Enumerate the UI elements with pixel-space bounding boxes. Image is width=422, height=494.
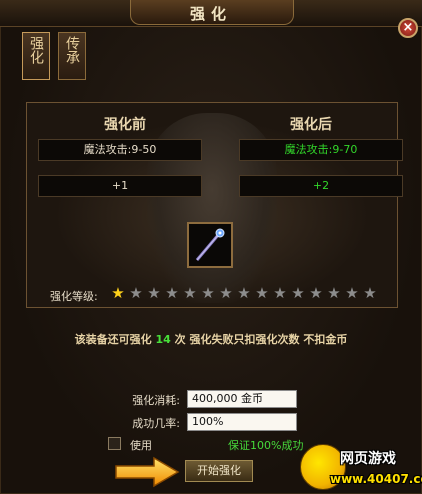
watermark-brand: 网页游戏: [340, 451, 396, 467]
empty-star-icon: ★: [363, 284, 377, 302]
empty-star-icon: ★: [147, 284, 161, 302]
empty-star-icon: ★: [327, 284, 341, 302]
tab-enhance[interactable]: 强化: [22, 32, 50, 80]
watermark-logo: 网页游戏 www.40407.com: [300, 442, 422, 494]
cost-field: 400,000 金币: [187, 390, 297, 408]
empty-star-icon: ★: [309, 284, 323, 302]
tab-inherit[interactable]: 传承: [58, 32, 86, 80]
use-checkbox[interactable]: [108, 437, 121, 450]
empty-star-icon: ★: [165, 284, 179, 302]
notice-prefix: 该装备还可强化: [74, 333, 152, 346]
empty-star-icon: ★: [345, 284, 359, 302]
use-label: 使用: [130, 439, 152, 452]
empty-star-icon: ★: [129, 284, 143, 302]
empty-star-icon: ★: [183, 284, 197, 302]
after-attack-field: 魔法攻击:9-70: [239, 139, 403, 161]
empty-star-icon: ★: [237, 284, 251, 302]
notice-suffix: 次 强化失败只扣强化次数 不扣金币: [174, 333, 348, 346]
remaining-enhance-notice: 该装备还可强化 14 次 强化失败只扣强化次数 不扣金币: [0, 331, 422, 347]
empty-star-icon: ★: [273, 284, 287, 302]
cost-label: 强化消耗:: [132, 394, 180, 407]
watermark-site: www.40407.com: [330, 472, 422, 486]
before-heading: 强化前: [104, 117, 146, 133]
after-heading: 强化后: [290, 117, 332, 133]
empty-star-icon: ★: [219, 284, 233, 302]
arrow-icon: [115, 456, 180, 488]
success-rate-field: 100%: [187, 413, 297, 431]
magic-staff-icon: [195, 228, 225, 261]
empty-star-icon: ★: [255, 284, 269, 302]
empty-star-icon: ★: [201, 284, 215, 302]
enhance-level-label: 强化等级:: [50, 290, 98, 303]
tab-inherit-label: 传承: [64, 36, 80, 64]
window-title: 强化: [189, 5, 232, 23]
filled-star-icon: ★: [111, 284, 125, 302]
before-attack-field: 魔法攻击:9-50: [38, 139, 202, 161]
equipment-slot[interactable]: [187, 222, 233, 268]
close-button[interactable]: ×: [398, 18, 418, 38]
empty-star-icon: ★: [291, 284, 305, 302]
guarantee-label: 保证100%成功: [228, 439, 304, 452]
success-rate-label: 成功几率:: [132, 417, 180, 430]
remaining-count: 14: [155, 333, 171, 346]
start-enhance-button[interactable]: 开始强化: [185, 460, 253, 482]
tab-enhance-label: 强化: [28, 36, 44, 64]
after-level-field: +2: [239, 175, 403, 197]
before-level-field: +1: [38, 175, 202, 197]
